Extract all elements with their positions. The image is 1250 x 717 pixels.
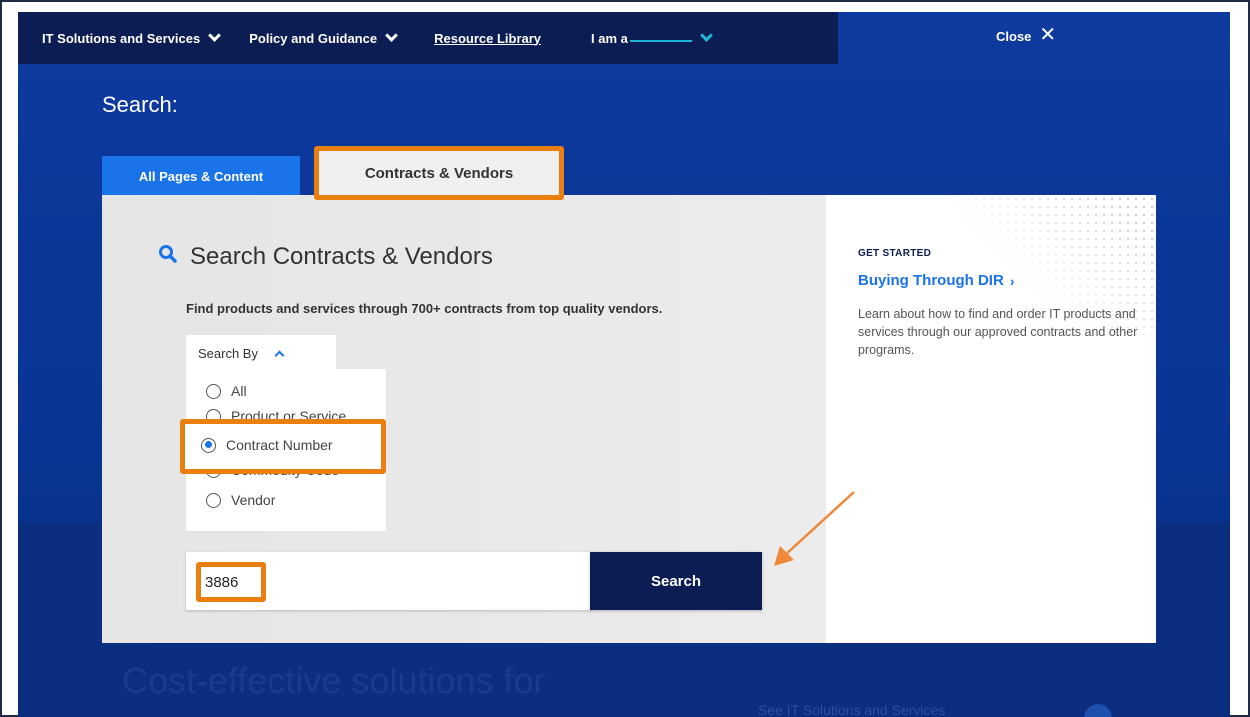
- search-input-container: [186, 552, 592, 610]
- nav-label: Resource Library: [434, 30, 542, 46]
- nav-label: Policy and Guidance: [249, 30, 378, 46]
- tab-contracts-vendors[interactable]: Contracts & Vendors: [314, 146, 564, 200]
- get-started-sidebar: GET STARTED Buying Through DIR › Learn a…: [826, 195, 1156, 643]
- search-by-label: Search By: [198, 345, 258, 361]
- footer-link[interactable]: See IT Solutions and Services: [758, 702, 945, 717]
- buying-through-dir-link[interactable]: Buying Through DIR ›: [858, 272, 1014, 289]
- option-label: Contract Number: [226, 437, 333, 453]
- panel-title-text: Search Contracts & Vendors: [190, 243, 493, 270]
- chevron-up-icon: [274, 350, 285, 360]
- option-vendor[interactable]: Vendor: [206, 492, 275, 508]
- close-label: Close: [996, 29, 1032, 44]
- nav-resource-library[interactable]: Resource Library: [434, 31, 541, 46]
- search-heading: Search:: [102, 92, 178, 117]
- search-button[interactable]: Search: [590, 552, 762, 610]
- search-by-dropdown[interactable]: Search By: [186, 335, 336, 371]
- screenshot-frame: IT Solutions and Services Policy and Gui…: [0, 0, 1250, 717]
- nav-i-am-a[interactable]: I am a: [591, 29, 713, 46]
- panel-description: Find products and services through 700+ …: [186, 301, 663, 316]
- footer-headline: Cost-effective solutions for: [122, 660, 546, 701]
- chevron-right-icon: ›: [1009, 272, 1015, 289]
- radio-button[interactable]: [206, 383, 221, 399]
- role-select-underline: [629, 40, 692, 42]
- option-all[interactable]: All: [206, 383, 247, 399]
- get-started-eyebrow: GET STARTED: [858, 248, 932, 259]
- site-overlay: IT Solutions and Services Policy and Gui…: [18, 12, 1230, 717]
- option-label: All: [231, 383, 247, 399]
- link-label: Buying Through DIR: [858, 272, 1004, 289]
- panel-title: Search Contracts & Vendors: [158, 243, 493, 271]
- get-started-description: Learn about how to find and order IT pro…: [858, 307, 1138, 357]
- nav-label: IT Solutions and Services: [42, 30, 201, 46]
- tab-all-pages-content[interactable]: All Pages & Content: [102, 156, 300, 196]
- radio-button-selected[interactable]: [201, 437, 216, 453]
- nav-policy-guidance[interactable]: Policy and Guidance: [249, 29, 398, 46]
- nav-label: I am a: [591, 30, 628, 46]
- close-button[interactable]: Close ✕: [996, 24, 1056, 47]
- close-icon: ✕: [1039, 24, 1057, 46]
- radio-button[interactable]: [206, 492, 221, 508]
- chevron-down-icon: [700, 29, 713, 42]
- top-navigation: IT Solutions and Services Policy and Gui…: [18, 12, 838, 64]
- chevron-down-icon: [208, 29, 222, 42]
- annotation-arrow-icon: [774, 491, 855, 566]
- option-contract-number[interactable]: Contract Number: [180, 419, 386, 474]
- nav-it-solutions[interactable]: IT Solutions and Services: [42, 29, 222, 46]
- footer-circle-icon[interactable]: [1084, 704, 1112, 717]
- contract-search-input[interactable]: [196, 562, 266, 602]
- search-icon: [158, 244, 184, 270]
- chevron-down-icon: [385, 29, 398, 42]
- contracts-search-panel: Search Contracts & Vendors Find products…: [102, 195, 826, 643]
- option-contract-number-row[interactable]: Contract Number: [201, 437, 333, 453]
- option-label: Vendor: [231, 492, 276, 508]
